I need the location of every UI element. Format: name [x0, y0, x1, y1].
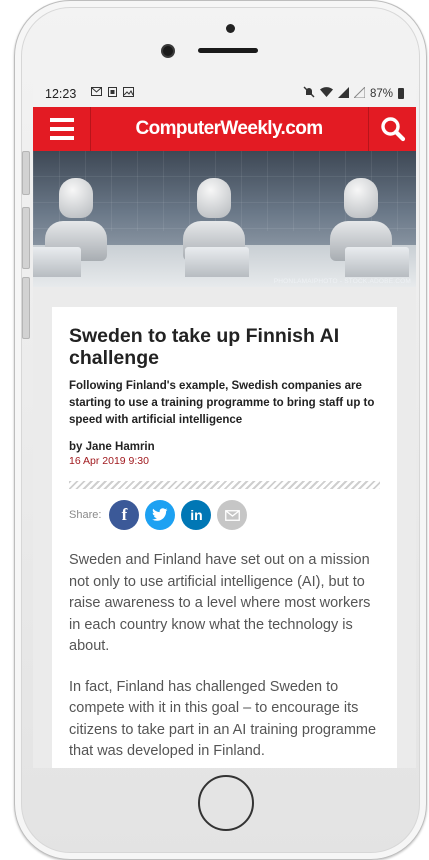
article-date: 16 Apr 2019 9:30	[69, 455, 149, 467]
status-bar: 12:23 87%	[33, 80, 416, 107]
email-icon[interactable]	[217, 500, 248, 530]
search-icon[interactable]	[368, 107, 416, 151]
front-camera	[163, 46, 173, 56]
status-left-icons	[91, 87, 134, 100]
wifi-icon	[319, 86, 333, 101]
article-paragraph: In fact, Finland has challenged Sweden t…	[69, 678, 377, 760]
laptop-center	[185, 247, 249, 277]
twitter-icon[interactable]	[145, 500, 176, 530]
hero-image: PHONLAMAIPHOTO - STOCK.ADOBE.COM	[33, 151, 416, 287]
earpiece-speaker	[198, 48, 258, 53]
volume-up-button	[22, 207, 30, 269]
image-credit: PHONLAMAIPHOTO - STOCK.ADOBE.COM	[273, 278, 411, 285]
site-header: ComputerWeekly.com	[33, 107, 416, 151]
phone-screen: 12:23 87% ComputerWeekly.com PHONLAMAIPH…	[33, 80, 416, 768]
article-paragraph: Sweden and Finland have set out on a mis…	[69, 552, 371, 654]
gallery-icon	[123, 87, 134, 100]
laptop-left	[33, 247, 81, 277]
battery-icon	[398, 88, 404, 99]
gmail-icon	[91, 87, 102, 100]
hatched-divider	[69, 481, 380, 489]
site-logo[interactable]: ComputerWeekly.com	[90, 107, 368, 151]
status-time: 12:23	[45, 87, 77, 101]
proximity-sensor	[226, 24, 235, 33]
status-right-icons: 87%	[303, 85, 404, 101]
notification-icon	[108, 87, 117, 100]
article-byline[interactable]: by Jane Hamrin	[69, 441, 380, 453]
signal-icon	[352, 85, 366, 101]
mute-switch	[22, 151, 30, 195]
home-button[interactable]	[198, 775, 254, 831]
article-headline: Sweden to take up Finnish AI challenge	[69, 325, 340, 369]
share-label: Share:	[69, 509, 102, 521]
battery-percent: 87%	[369, 87, 393, 100]
signal-icon	[337, 86, 349, 101]
article-card: Sweden to take up Finnish AI challenge F…	[52, 307, 397, 768]
facebook-icon[interactable]: f	[109, 500, 140, 530]
volume-down-button	[22, 277, 30, 339]
mute-icon	[303, 86, 315, 101]
laptop-right	[345, 247, 409, 277]
article-standfirst: Following Finland's example, Swedish com…	[69, 380, 375, 426]
linkedin-icon[interactable]: in	[181, 500, 212, 530]
share-bar: Share: f in	[69, 500, 380, 530]
hamburger-menu-icon[interactable]	[33, 107, 91, 151]
